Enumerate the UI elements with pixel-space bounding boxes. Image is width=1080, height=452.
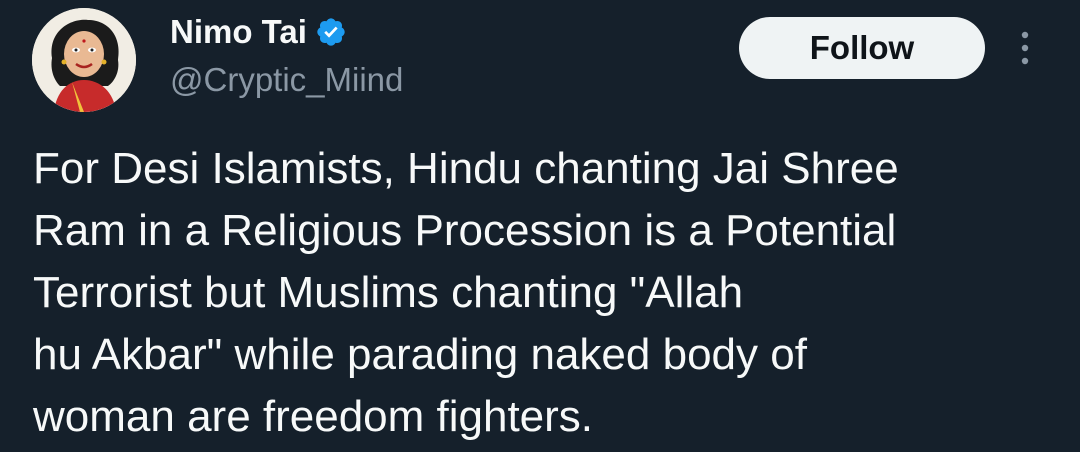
tweet-text: For Desi Islamists, Hindu chanting Jai S…: [33, 138, 1063, 448]
more-vertical-icon[interactable]: [1012, 28, 1038, 68]
tweet-text-line: Terrorist but Muslims chanting "Allah: [33, 268, 744, 317]
tweet-card: Nimo Tai @Cryptic_Miind Follow For Desi …: [0, 0, 1080, 452]
author-display-name[interactable]: Nimo Tai: [170, 10, 307, 54]
verified-badge-icon: [315, 16, 347, 48]
tweet-text-line: hu Akbar" while parading naked body of: [33, 330, 807, 379]
tweet-text-line: Ram in a Religious Procession is a Poten…: [33, 206, 897, 255]
author-name-row: Nimo Tai: [170, 10, 347, 54]
follow-button[interactable]: Follow: [739, 17, 985, 79]
tweet-text-line: For Desi Islamists, Hindu chanting Jai S…: [33, 144, 899, 193]
avatar[interactable]: [32, 8, 136, 112]
tweet-text-line: woman are freedom fighters.: [33, 392, 594, 441]
author-handle[interactable]: @Cryptic_Miind: [170, 58, 403, 102]
